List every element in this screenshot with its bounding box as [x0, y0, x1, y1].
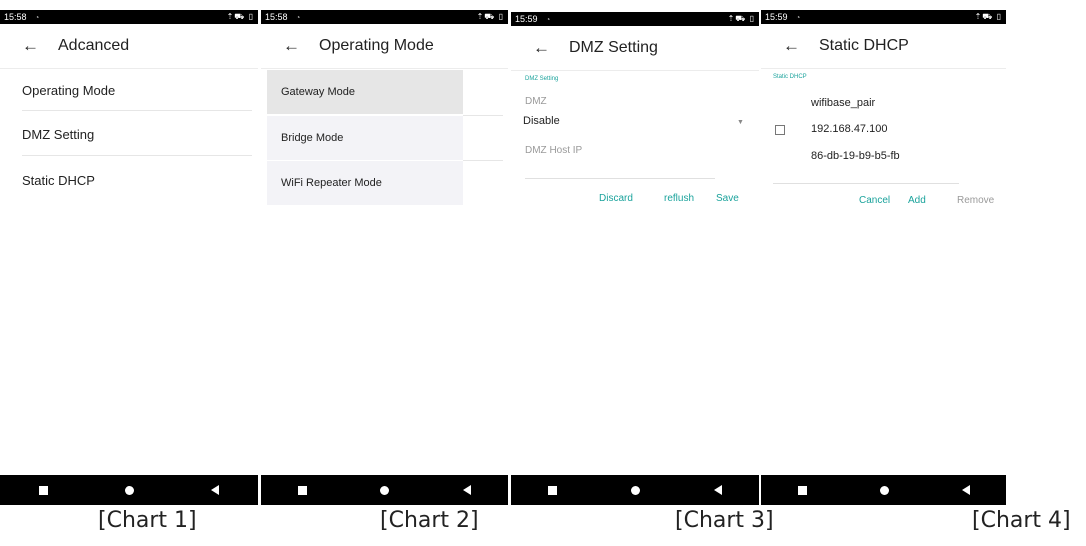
- home-circle-icon[interactable]: [124, 485, 134, 495]
- app-bar: ← Adcanced: [0, 24, 258, 69]
- navigation-bar: [761, 475, 1006, 505]
- page-title: Static DHCP: [819, 37, 909, 54]
- screen-operating-mode: 15:58 ◔ ⇡⛟ ▯ ← Operating Mode Gateway Mod…: [261, 10, 508, 505]
- entry-checkbox[interactable]: [775, 125, 785, 135]
- status-bar: 15:59 ◔ ⇡⛟ ▯: [511, 12, 759, 26]
- entry-underline: [773, 183, 959, 184]
- entry-ip: 192.168.47.100: [811, 123, 888, 135]
- notification-icon: ◔: [34, 12, 40, 22]
- status-bar: 15:58 ◔ ⇡⛟ ▯: [261, 10, 508, 24]
- divider: [463, 115, 503, 116]
- reflush-button[interactable]: reflush: [664, 193, 694, 204]
- caption-4: [Chart 4]: [972, 508, 1071, 533]
- caption-2: [Chart 2]: [380, 508, 479, 533]
- dmz-select-value[interactable]: Disable: [523, 115, 560, 127]
- home-circle-icon[interactable]: [879, 485, 889, 495]
- status-icons: ⇡⛟ ▯: [974, 12, 1002, 21]
- status-icons: ⇡⛟ ▯: [476, 12, 504, 21]
- dmz-label: DMZ: [525, 96, 547, 107]
- entry-name: wifibase_pair: [811, 97, 876, 109]
- menu-item-static-dhcp[interactable]: Static DHCP: [22, 158, 95, 202]
- navigation-bar: [0, 475, 258, 505]
- section-label: Static DHCP: [773, 74, 807, 80]
- screen-dmz-setting: 15:59 ◔ ⇡⛟ ▯ ← DMZ Setting DMZ Setting DM…: [511, 12, 759, 505]
- back-arrow-icon[interactable]: ←: [783, 36, 803, 56]
- cancel-button[interactable]: Cancel: [859, 195, 890, 206]
- page-title: Operating Mode: [319, 37, 434, 54]
- app-bar: ← DMZ Setting: [511, 26, 759, 71]
- divider: [22, 110, 252, 111]
- discard-button[interactable]: Discard: [599, 193, 633, 204]
- recents-square-icon[interactable]: [797, 485, 807, 495]
- back-arrow-icon[interactable]: ←: [533, 38, 553, 58]
- divider: [463, 160, 503, 161]
- page-title: Adcanced: [58, 37, 130, 54]
- app-bar: ← Static DHCP: [761, 24, 1006, 69]
- add-button[interactable]: Add: [908, 195, 926, 206]
- screen-static-dhcp: 15:59 ◔ ⇡⛟ ▯ ← Static DHCP Static DHCP wi…: [761, 10, 1006, 505]
- mode-item-gateway[interactable]: Gateway Mode: [267, 70, 463, 114]
- save-button[interactable]: Save: [716, 193, 739, 204]
- notification-icon: ◔: [295, 12, 301, 22]
- screen-advanced: 15:58 ◔ ⇡⛟ ▯ ← Adcanced Operating Mode DM…: [0, 10, 258, 505]
- entry-mac: 86-db-19-b9-b5-fb: [811, 150, 900, 162]
- home-circle-icon[interactable]: [631, 485, 640, 495]
- section-label: DMZ Setting: [525, 76, 559, 82]
- menu-item-operating-mode[interactable]: Operating Mode: [22, 68, 115, 112]
- menu-item-dmz-setting[interactable]: DMZ Setting: [22, 112, 94, 156]
- remove-button[interactable]: Remove: [957, 195, 994, 206]
- dropdown-arrow-icon[interactable]: ▼: [737, 119, 744, 126]
- app-bar: ← Operating Mode: [261, 24, 508, 69]
- back-triangle-icon[interactable]: [463, 485, 472, 495]
- status-time: 15:58: [4, 12, 27, 22]
- recents-square-icon[interactable]: [297, 485, 307, 495]
- status-bar: 15:59 ◔ ⇡⛟ ▯: [761, 10, 1006, 24]
- status-time: 15:59: [765, 12, 788, 22]
- status-icons: ⇡⛟ ▯: [727, 14, 755, 23]
- back-triangle-icon[interactable]: [211, 485, 220, 495]
- notification-icon: ◔: [545, 14, 551, 24]
- back-arrow-icon[interactable]: ←: [283, 36, 303, 56]
- mode-item-bridge[interactable]: Bridge Mode: [267, 116, 463, 160]
- caption-1: [Chart 1]: [98, 508, 197, 533]
- status-time: 15:58: [265, 12, 288, 22]
- status-bar: 15:58 ◔ ⇡⛟ ▯: [0, 10, 258, 24]
- home-circle-icon[interactable]: [380, 485, 390, 495]
- page-title: DMZ Setting: [569, 39, 658, 56]
- recents-square-icon[interactable]: [548, 485, 557, 495]
- back-triangle-icon[interactable]: [961, 485, 970, 495]
- recents-square-icon[interactable]: [38, 485, 48, 495]
- status-icons: ⇡⛟ ▯: [226, 12, 254, 21]
- mode-item-wifi-repeater[interactable]: WiFi Repeater Mode: [267, 161, 463, 205]
- navigation-bar: [511, 475, 759, 505]
- caption-3: [Chart 3]: [675, 508, 774, 533]
- host-ip-underline: [525, 178, 715, 179]
- navigation-bar: [261, 475, 508, 505]
- back-arrow-icon[interactable]: ←: [22, 36, 42, 56]
- status-time: 15:59: [515, 14, 538, 24]
- dmz-host-ip-field[interactable]: DMZ Host IP: [525, 145, 582, 156]
- divider: [22, 155, 252, 156]
- notification-icon: ◔: [795, 12, 801, 22]
- back-triangle-icon[interactable]: [714, 485, 722, 495]
